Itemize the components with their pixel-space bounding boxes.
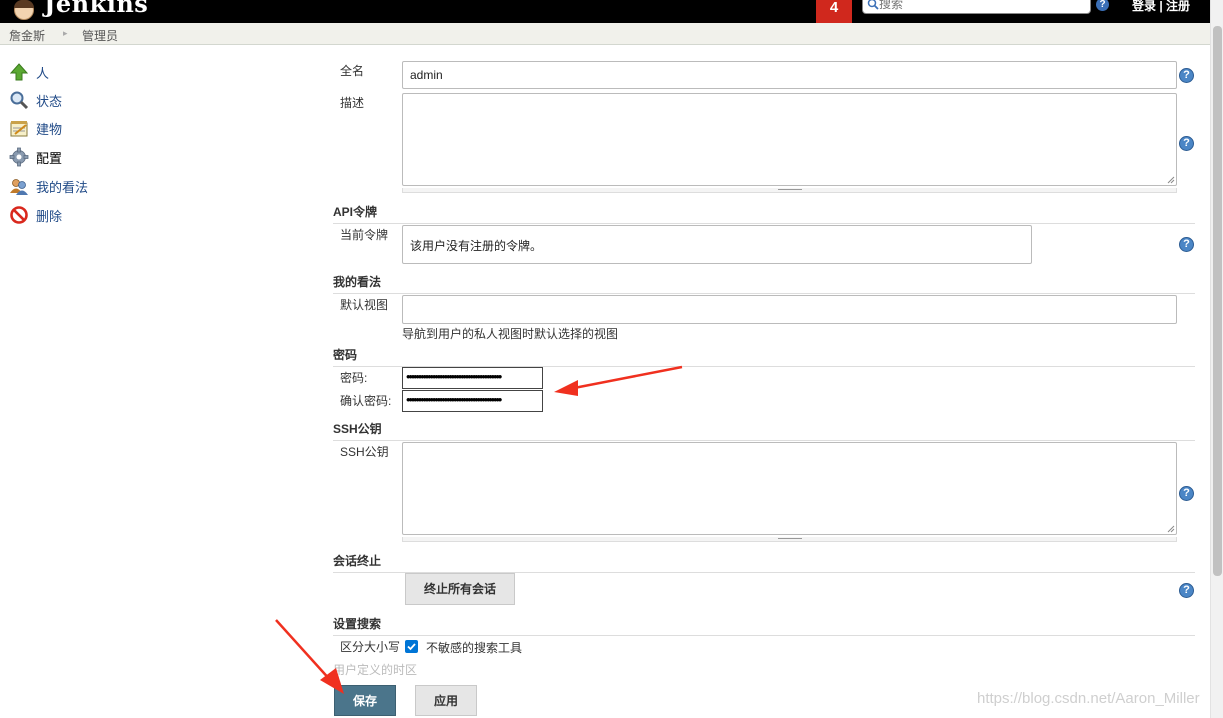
scrollbar-thumb[interactable] xyxy=(1213,26,1222,576)
terminate-sessions-button[interactable]: 终止所有会话 xyxy=(405,573,515,605)
description-label: 描述 xyxy=(340,96,365,110)
annotation-arrow-icon xyxy=(554,365,683,396)
search-icon xyxy=(867,0,879,10)
sidebar-item-builds[interactable]: 建物 xyxy=(9,117,62,139)
token-info-text: 该用户没有注册的令牌。 xyxy=(410,239,543,253)
breadcrumb-item-admin[interactable]: 管理员 xyxy=(82,27,118,44)
annotation-arrow-icon xyxy=(275,619,344,694)
section-session-termination: 会话终止 xyxy=(333,552,1195,573)
no-entry-icon xyxy=(10,206,28,224)
magnifier-icon xyxy=(10,91,29,110)
checkmark-icon xyxy=(407,643,416,651)
search-input[interactable] xyxy=(879,0,1079,12)
description-textarea[interactable] xyxy=(402,93,1177,186)
sidebar-item-label: 建物 xyxy=(36,121,63,137)
fullname-value: admin xyxy=(410,68,443,82)
resize-handle-icon[interactable] xyxy=(1167,525,1175,533)
default-view-hint: 导航到用户的私人视图时默认选择的视图 xyxy=(402,327,619,341)
login-link[interactable]: 登录 xyxy=(1132,0,1156,13)
gear-icon xyxy=(9,147,29,167)
section-my-views: 我的看法 xyxy=(333,273,1195,294)
help-icon[interactable]: ? xyxy=(1179,583,1194,598)
section-search-settings: 设置搜索 xyxy=(333,615,1195,636)
up-arrow-icon xyxy=(9,63,29,81)
help-icon[interactable]: ? xyxy=(1179,237,1194,252)
jenkins-logo[interactable]: Jenkins xyxy=(10,0,148,22)
vertical-scrollbar[interactable] xyxy=(1210,0,1223,718)
password-field[interactable]: •••••••••••••••••••••••••••••••••••••••• xyxy=(402,367,543,389)
register-link[interactable]: 注册 xyxy=(1166,0,1190,13)
sidebar-item-status[interactable]: 状态 xyxy=(9,89,62,111)
sidebar-item-configure[interactable]: 配置 xyxy=(9,146,62,168)
watermark: https://blog.csdn.net/Aaron_Miller xyxy=(977,690,1200,707)
ssh-key-label: SSH公钥 xyxy=(340,445,389,459)
help-icon[interactable]: ? xyxy=(1179,486,1194,501)
resize-handle-icon[interactable] xyxy=(1167,176,1175,184)
default-view-label: 默认视图 xyxy=(340,298,389,312)
breadcrumb-item-jenkins[interactable]: 詹金斯 xyxy=(9,27,45,44)
token-info-box: 该用户没有注册的令牌。 xyxy=(402,225,1032,264)
fullname-label: 全名 xyxy=(340,64,365,78)
textarea-grip[interactable] xyxy=(402,537,1177,542)
textarea-grip[interactable] xyxy=(402,188,1177,193)
confirm-password-field[interactable]: •••••••••••••••••••••••••••••••••••••••• xyxy=(402,390,543,412)
notepad-icon xyxy=(10,121,28,137)
search-box[interactable] xyxy=(862,0,1091,14)
auth-separator: | xyxy=(1156,0,1167,13)
sidebar-item-label: 我的看法 xyxy=(36,179,89,195)
sidebar-item-label: 配置 xyxy=(36,150,63,166)
case-insensitive-label: 不敏感的搜索工具 xyxy=(426,641,523,655)
section-ssh-key: SSH公钥 xyxy=(333,420,1195,441)
sidebar-item-people[interactable]: 人 xyxy=(9,61,49,83)
help-icon[interactable]: ? xyxy=(1179,136,1194,151)
password-label: 密码: xyxy=(340,371,368,385)
section-password: 密码 xyxy=(333,346,1195,367)
jenkins-butler-icon xyxy=(10,0,38,22)
sidebar-item-my-views[interactable]: 我的看法 xyxy=(9,175,88,197)
breadcrumb-separator-icon: ▸ xyxy=(63,28,68,38)
people-icon xyxy=(10,179,28,195)
ssh-key-textarea[interactable] xyxy=(402,442,1177,535)
help-icon[interactable]: ? xyxy=(1096,0,1109,11)
fullname-field[interactable]: admin xyxy=(402,61,1177,89)
sidebar-item-label: 删除 xyxy=(36,208,63,224)
notification-badge[interactable]: 4 xyxy=(816,0,852,23)
sidebar-item-label: 人 xyxy=(36,65,50,81)
logo-text: Jenkins xyxy=(44,0,149,18)
default-view-field[interactable] xyxy=(402,295,1177,324)
apply-button[interactable]: 应用 xyxy=(415,685,477,716)
section-api-token: API令牌 xyxy=(333,203,1195,224)
breadcrumb: 詹金斯 ▸ 管理员 xyxy=(0,23,1210,45)
auth-links: 登录 | 注册 xyxy=(1132,0,1190,14)
current-token-label: 当前令牌 xyxy=(340,228,389,242)
sidebar-item-label: 状态 xyxy=(36,93,63,109)
confirm-password-label: 确认密码: xyxy=(340,394,392,408)
case-insensitive-checkbox[interactable] xyxy=(405,640,418,653)
top-header: Jenkins 4 ? 登录 | 注册 xyxy=(0,0,1223,23)
help-icon[interactable]: ? xyxy=(1179,68,1194,83)
sidebar-item-delete[interactable]: 删除 xyxy=(9,204,62,226)
